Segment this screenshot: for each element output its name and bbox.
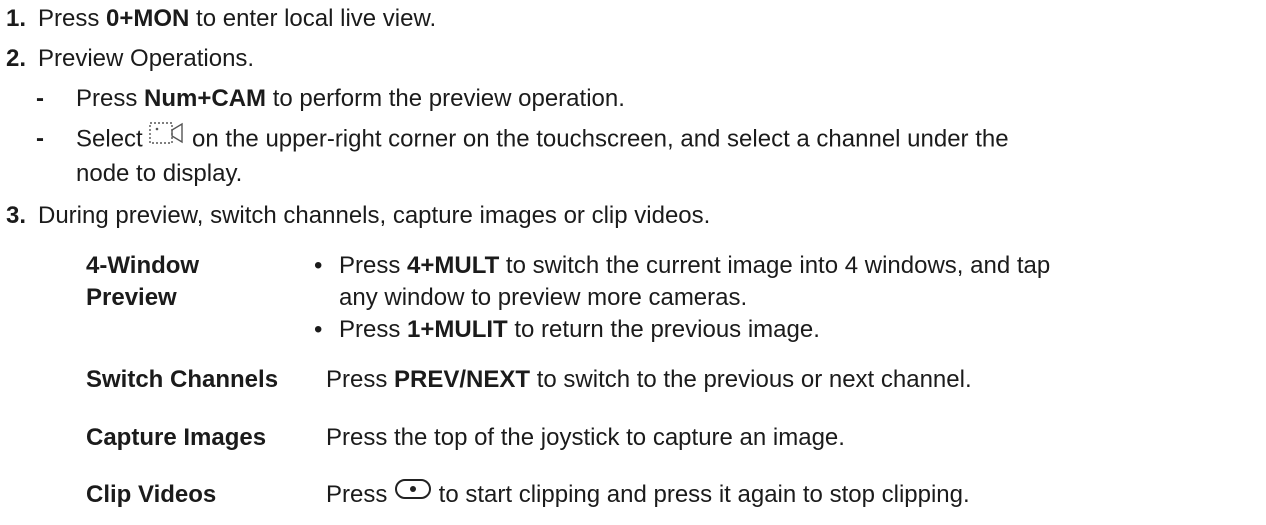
step-text-part: Press xyxy=(38,5,107,32)
key-combo: 0+MON xyxy=(106,5,190,32)
row-text-part: Press xyxy=(326,481,395,508)
list-dash: - xyxy=(36,125,44,152)
key-combo: Num+CAM xyxy=(144,85,267,112)
camera-icon xyxy=(149,120,185,156)
substep-text: node to display. xyxy=(76,160,243,187)
bullet-text-part: Press xyxy=(339,316,408,343)
bullet-text-part: to switch the current image into 4 windo… xyxy=(499,252,1051,279)
key-combo: PREV/NEXT xyxy=(394,366,531,393)
substep-text-part: on the upper-right corner on the touchsc… xyxy=(185,125,1009,153)
list-bullet: • xyxy=(314,252,323,279)
record-button-icon xyxy=(394,477,432,510)
row-text-part: to start clipping and press it again to … xyxy=(432,481,970,508)
substep-text-part: Select xyxy=(76,125,150,153)
substep-text: Select on the upper-right corner on the … xyxy=(76,122,1009,158)
row-text-part: Press xyxy=(326,366,395,393)
step-text: Preview Operations. xyxy=(38,45,255,72)
substep-text-part: to perform the preview operation. xyxy=(266,85,625,112)
row-label: 4-Window xyxy=(86,252,200,279)
step-text: During preview, switch channels, capture… xyxy=(38,202,711,229)
key-combo: 4+MULT xyxy=(407,252,500,279)
substep-text: Press Num+CAM to perform the preview ope… xyxy=(76,82,625,116)
list-bullet: • xyxy=(314,316,323,343)
bullet-text-part: Press xyxy=(339,252,408,279)
row-label: Capture Images xyxy=(86,424,267,451)
row-label: Switch Channels xyxy=(86,366,279,393)
step-number: 3. xyxy=(6,202,27,229)
bullet-text: Press 4+MULT to switch the current image… xyxy=(339,250,1050,282)
bullet-text-part: to return the previous image. xyxy=(507,316,820,343)
row-description: Press to start clipping and press it aga… xyxy=(326,479,970,512)
substep-text-part: Press xyxy=(76,85,145,112)
list-dash: - xyxy=(36,85,44,112)
bullet-text: Press 1+MULIT to return the previous ima… xyxy=(339,314,820,346)
step-text: Press 0+MON to enter local live view. xyxy=(38,2,436,36)
step-number: 2. xyxy=(6,45,27,72)
row-description: Press the top of the joystick to capture… xyxy=(326,424,845,451)
row-text-part: to switch to the previous or next channe… xyxy=(530,366,972,393)
row-label: Clip Videos xyxy=(86,481,217,508)
row-description: Press PREV/NEXT to switch to the previou… xyxy=(326,364,972,396)
bullet-text: any window to preview more cameras. xyxy=(339,284,748,311)
row-label: Preview xyxy=(86,284,177,311)
key-combo: 1+MULIT xyxy=(407,316,508,343)
step-text-part: to enter local live view. xyxy=(189,5,437,32)
step-number: 1. xyxy=(6,5,27,32)
